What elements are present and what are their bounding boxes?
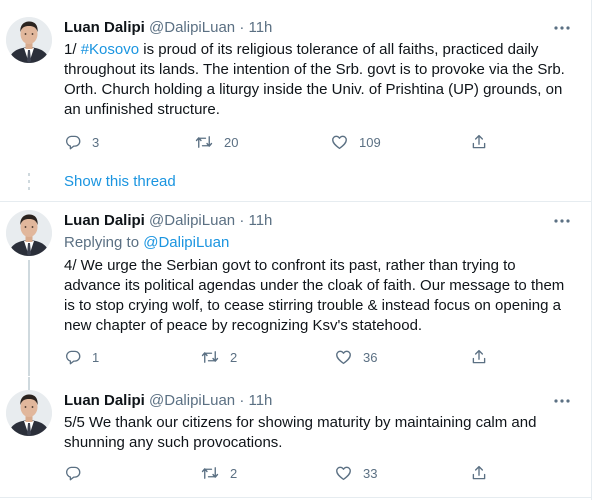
timestamp[interactable]: 11h: [248, 19, 272, 36]
tweet-line: advance its political agendas under the …: [64, 277, 565, 294]
reply-count: 3: [92, 134, 100, 150]
replying-to: Replying to @DalipiLuan: [64, 233, 229, 253]
tweet-text: 4/ We urge the Serbian govt to confront …: [64, 256, 584, 336]
action-bar: 1 2 36: [60, 345, 500, 369]
retweet-button[interactable]: 20: [194, 130, 238, 154]
tweet-line: is to stop crying wolf, to cease stirrin…: [64, 297, 561, 314]
timeline: Luan Dalipi @DalipiLuan · 11h 1/ #Kosovo…: [0, 0, 592, 500]
divider: [0, 497, 591, 498]
tweet-prefix: 1/: [64, 41, 81, 58]
reply-button[interactable]: [64, 461, 92, 485]
tweet-header: Luan Dalipi @DalipiLuan · 11h: [64, 18, 272, 38]
reply-button[interactable]: 3: [64, 130, 99, 154]
separator-dot: ·: [239, 212, 245, 229]
share-button[interactable]: [470, 461, 488, 485]
separator-dot: ·: [239, 19, 245, 36]
retweet-icon: [201, 467, 219, 479]
action-bar: 3 20 109: [60, 130, 500, 154]
author-name[interactable]: Luan Dalipi: [64, 392, 145, 409]
tweet-1[interactable]: Luan Dalipi @DalipiLuan · 11h 1/ #Kosovo…: [0, 0, 590, 165]
heart-icon: [336, 350, 351, 365]
tweet-header: Luan Dalipi @DalipiLuan · 11h: [64, 211, 272, 231]
share-icon: [472, 465, 486, 480]
reply-icon: [65, 466, 81, 481]
hashtag-link[interactable]: #Kosovo: [81, 41, 139, 58]
avatar[interactable]: [6, 17, 52, 63]
reply-count: 1: [92, 349, 100, 365]
author-handle[interactable]: @DalipiLuan: [149, 212, 235, 229]
tweet-line: shunning any such provocations.: [64, 434, 283, 451]
heart-icon: [332, 135, 347, 150]
author-handle[interactable]: @DalipiLuan: [149, 392, 235, 409]
more-icon[interactable]: [552, 20, 572, 36]
author-name[interactable]: Luan Dalipi: [64, 212, 145, 229]
thread-line: [28, 377, 30, 390]
tweet-text: 1/ #Kosovo is proud of its religious tol…: [64, 40, 584, 120]
share-icon: [472, 134, 486, 149]
avatar[interactable]: [6, 210, 52, 256]
timestamp[interactable]: 11h: [248, 392, 272, 409]
retweet-icon: [201, 351, 219, 363]
action-bar: 2 33: [60, 461, 500, 485]
like-button[interactable]: 33: [334, 461, 377, 485]
separator-dot: ·: [239, 392, 245, 409]
share-button[interactable]: [470, 130, 488, 154]
tweet-line: throughout its lands. The intention of t…: [64, 61, 565, 78]
like-count: 36: [363, 349, 378, 365]
retweet-icon: [195, 136, 213, 148]
tweet-text: 5/5 We thank our citizens for showing ma…: [64, 413, 584, 453]
like-button[interactable]: 109: [330, 130, 381, 154]
reply-icon: [65, 350, 81, 365]
thread-dots: [28, 173, 30, 194]
like-count: 109: [359, 134, 381, 150]
avatar[interactable]: [6, 390, 52, 436]
replying-label: Replying to: [64, 234, 140, 251]
tweet-line: Orth. Church holding a liturgy inside th…: [64, 81, 563, 98]
share-icon: [472, 349, 486, 364]
heart-icon: [336, 466, 351, 481]
retweet-count: 2: [230, 349, 238, 365]
tweet-line: is proud of its religious tolerance of a…: [139, 41, 539, 58]
replying-handle-link[interactable]: @DalipiLuan: [143, 234, 229, 251]
reply-button[interactable]: 1: [64, 345, 99, 369]
tweet-2[interactable]: Luan Dalipi @DalipiLuan · 11h Replying t…: [0, 202, 590, 377]
thread-line: [28, 260, 30, 376]
reply-icon: [65, 135, 81, 150]
tweet-3[interactable]: Luan Dalipi @DalipiLuan · 11h 5/5 We tha…: [0, 377, 590, 500]
retweet-count: 2: [230, 465, 238, 481]
show-thread-link[interactable]: Show this thread: [64, 172, 176, 192]
author-handle[interactable]: @DalipiLuan: [149, 19, 235, 36]
tweet-line: new chapter of peace by recognizing Ksv'…: [64, 317, 423, 334]
tweet-line: 4/ We urge the Serbian govt to confront …: [64, 257, 516, 274]
author-name[interactable]: Luan Dalipi: [64, 19, 145, 36]
timestamp[interactable]: 11h: [248, 212, 272, 229]
more-icon[interactable]: [552, 213, 572, 229]
share-button[interactable]: [470, 345, 488, 369]
like-button[interactable]: 36: [334, 345, 377, 369]
retweet-count: 20: [224, 134, 239, 150]
tweet-line: an unfinished structure.: [64, 101, 220, 118]
retweet-button[interactable]: 2: [200, 461, 237, 485]
tweet-line: 5/5 We thank our citizens for showing ma…: [64, 414, 537, 431]
more-icon[interactable]: [552, 393, 572, 409]
like-count: 33: [363, 465, 378, 481]
tweet-header: Luan Dalipi @DalipiLuan · 11h: [64, 391, 272, 411]
retweet-button[interactable]: 2: [200, 345, 237, 369]
